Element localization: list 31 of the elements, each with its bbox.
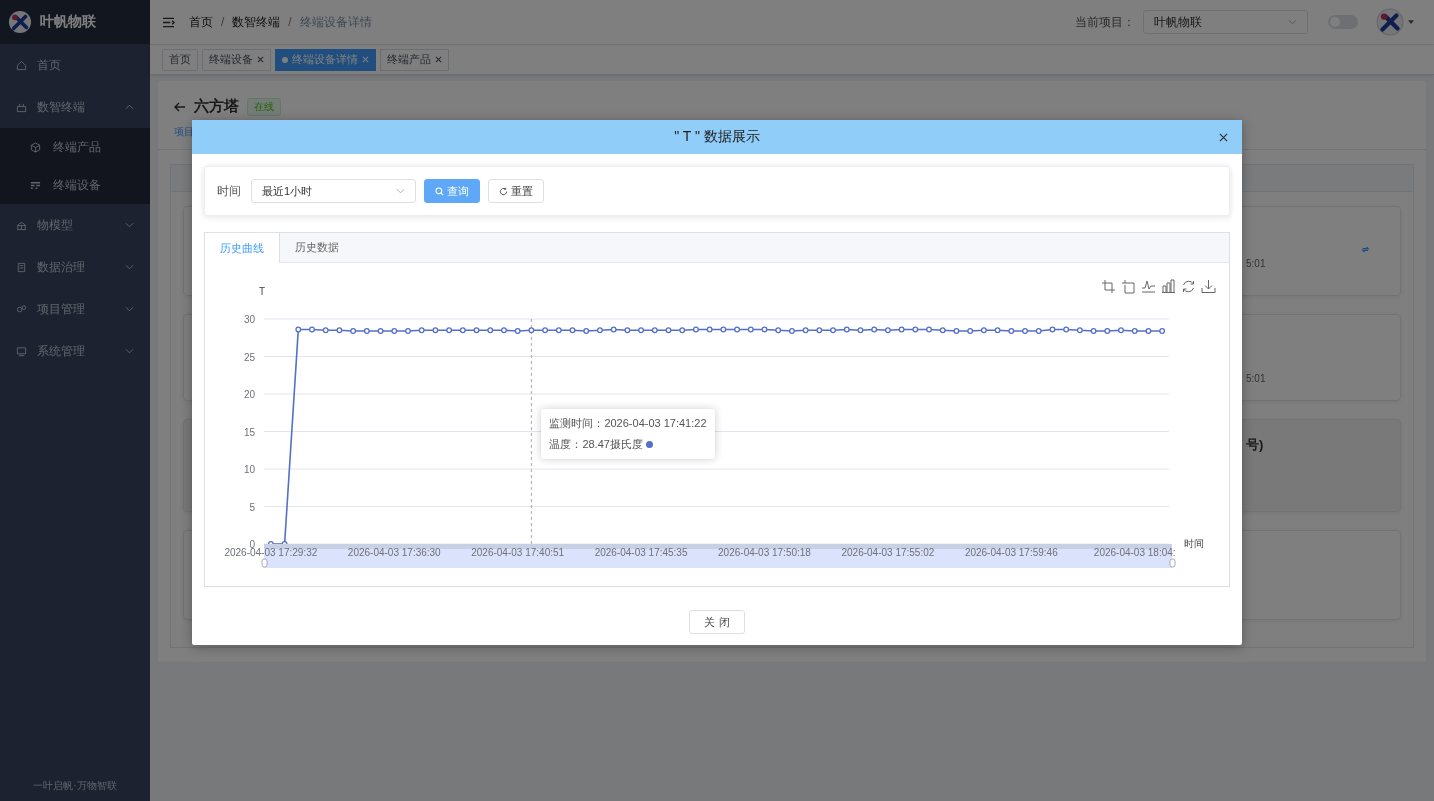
axis-label: 2026-04-03 17:55:02 [841, 547, 935, 558]
breadcrumb-item: 终端设备详情 [299, 13, 372, 31]
breadcrumb-separator: / [221, 15, 225, 29]
device-title: 六方塔 [194, 97, 239, 116]
axis-label: 2026-04-03 17:50:18 [718, 547, 811, 558]
axis-label: 10 [243, 464, 255, 475]
axis-label: 2026-04-03 17:59:46 [964, 547, 1058, 558]
axis-label: 2026-04-03 17:29:32 [224, 547, 318, 558]
axis-title: 时间 [1184, 538, 1204, 549]
axis-label: 5 [249, 501, 255, 513]
axis-label: 25 [243, 351, 255, 363]
tooltip-text: 监测时间：2026-04-03 17:41:22 [549, 416, 707, 431]
status-tag: 在线 [247, 97, 281, 116]
axis-title: T [258, 286, 266, 297]
project-label: 当前项目： [1075, 13, 1135, 31]
breadcrumb-separator: / [288, 15, 292, 29]
axis-label: 30 [243, 314, 255, 325]
axis-label: 20 [243, 389, 255, 400]
dialog-title: " T " 数据展示 [674, 128, 760, 146]
card-text: 5:01 [1246, 258, 1267, 269]
field-label: 时间 [217, 182, 241, 200]
card-text: 号) [1246, 436, 1265, 454]
axis-label: 0 [249, 539, 255, 550]
axis-label: 2026-04-03 18:04: [1093, 547, 1176, 558]
axis-label: 2026-04-03 17:40:51 [471, 547, 565, 558]
axis-label: 15 [243, 426, 255, 438]
card-text: 5:01 [1246, 373, 1267, 384]
axis-label: 2026-04-03 17:45:35 [594, 547, 688, 558]
tooltip-text: 温度：28.47摄氏度 [549, 437, 643, 452]
brand-name: 叶帆物联 [40, 13, 96, 31]
axis-label: 2026-04-03 17:36:30 [347, 547, 441, 558]
